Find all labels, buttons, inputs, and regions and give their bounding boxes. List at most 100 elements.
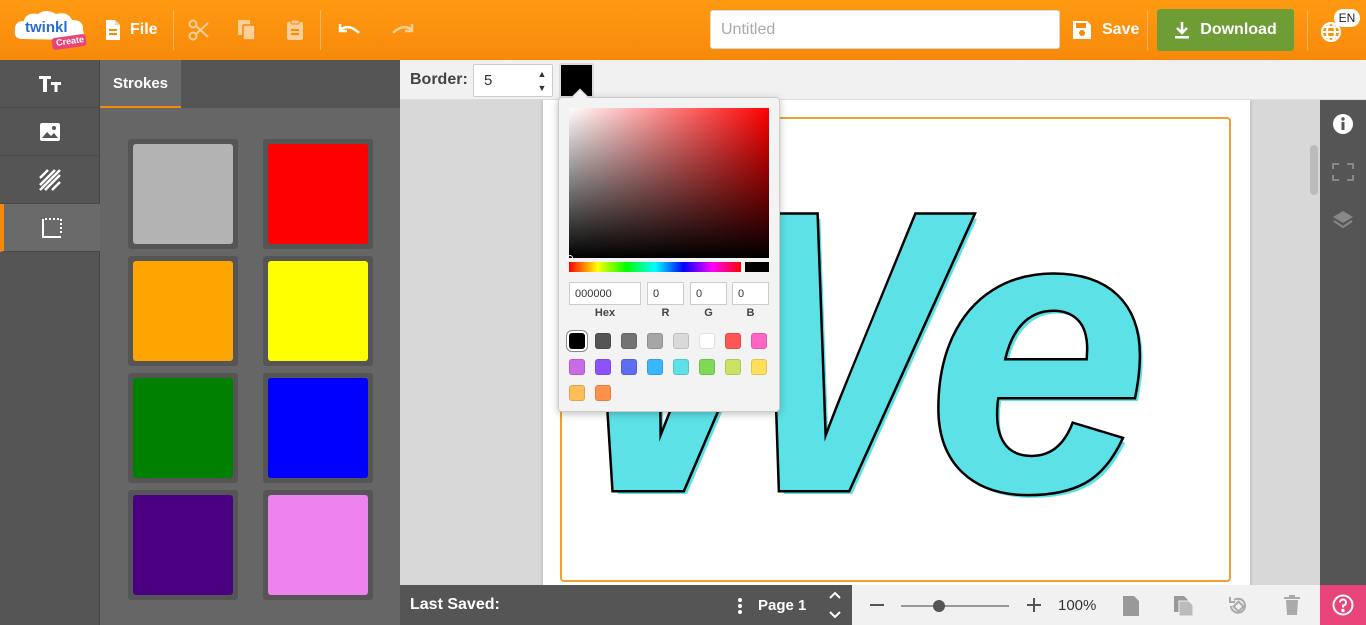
delete-page-icon[interactable] — [1284, 595, 1300, 615]
rotate-page-icon[interactable] — [1227, 595, 1249, 617]
image-tool-button[interactable] — [0, 108, 100, 156]
hue-slider[interactable] — [569, 262, 741, 272]
stroke-swatch[interactable] — [128, 490, 238, 600]
palette-swatch[interactable] — [699, 359, 715, 375]
swatch-color — [133, 144, 233, 244]
palette-swatch[interactable] — [569, 385, 585, 401]
border-toolbar: Border: 5 ▲ ▼ — [400, 60, 1366, 100]
zoom-in-icon[interactable] — [1027, 598, 1041, 612]
save-icon — [1073, 21, 1091, 39]
logo-text: twinkl — [25, 19, 68, 36]
green-input[interactable]: 0 — [690, 282, 727, 305]
file-menu-button[interactable]: File — [104, 16, 158, 44]
color-picker-popover: 000000 0 0 0 Hex R G B — [558, 88, 780, 412]
pattern-tool-button[interactable] — [0, 156, 100, 204]
palette-swatch[interactable] — [621, 359, 637, 375]
image-icon — [40, 122, 60, 141]
palette-swatch[interactable] — [569, 333, 585, 349]
info-icon[interactable] — [1331, 112, 1355, 136]
palette-swatch[interactable] — [595, 333, 611, 349]
swatch-color — [268, 495, 368, 595]
zoom-toolbar: 100% — [852, 585, 1320, 625]
stroke-swatch[interactable] — [263, 139, 373, 249]
border-width-input[interactable]: 5 ▲ ▼ — [473, 64, 553, 97]
download-button[interactable]: Download — [1157, 9, 1294, 51]
strokes-panel: Strokes — [100, 60, 400, 625]
swatch-color — [133, 495, 233, 595]
twinkl-create-logo[interactable]: twinkl Create — [12, 9, 90, 51]
zoom-out-icon[interactable] — [870, 604, 884, 606]
language-badge: EN — [1334, 9, 1360, 27]
duplicate-page-icon[interactable] — [1173, 595, 1195, 617]
help-icon — [1332, 594, 1354, 616]
cut-icon[interactable] — [185, 16, 213, 44]
save-label: Save — [1102, 21, 1140, 38]
top-bar: twinkl Create File Save Download EN — [0, 0, 1366, 60]
pattern-icon — [39, 168, 61, 191]
palette-swatch[interactable] — [725, 359, 741, 375]
paste-icon[interactable] — [281, 16, 309, 44]
palette-swatch[interactable] — [595, 385, 611, 401]
canvas-area: We We — [400, 100, 1320, 585]
download-icon — [1175, 22, 1190, 39]
stroke-swatch[interactable] — [128, 139, 238, 249]
toolbar-divider — [1147, 10, 1148, 50]
stroke-swatch[interactable] — [263, 256, 373, 366]
palette-swatch[interactable] — [647, 359, 663, 375]
save-button[interactable]: Save — [1072, 16, 1139, 44]
swatch-color — [133, 378, 233, 478]
spin-up-icon[interactable]: ▲ — [534, 67, 550, 81]
help-button[interactable] — [1320, 585, 1366, 625]
stroke-swatch[interactable] — [128, 373, 238, 483]
copy-icon[interactable] — [233, 16, 261, 44]
more-options-icon[interactable] — [737, 597, 743, 615]
palette-swatch[interactable] — [595, 359, 611, 375]
zoom-slider-thumb[interactable] — [932, 600, 945, 612]
border-tool-button[interactable] — [0, 204, 100, 252]
text-tool-button[interactable] — [0, 60, 100, 108]
red-label: R — [661, 307, 670, 319]
language-button[interactable]: EN — [1320, 9, 1360, 49]
last-saved-label: Last Saved: — [410, 596, 500, 613]
toolbar-divider — [1307, 10, 1308, 50]
palette-swatch[interactable] — [569, 359, 585, 375]
stroke-swatch[interactable] — [263, 490, 373, 600]
border-icon — [42, 217, 62, 238]
document-title-input[interactable] — [710, 10, 1060, 49]
page-indicator: Page 1 — [758, 597, 807, 614]
swatch-color — [133, 261, 233, 361]
hex-input[interactable]: 000000 — [569, 282, 641, 305]
border-label: Border: — [410, 71, 468, 88]
add-page-icon[interactable] — [1122, 595, 1140, 617]
chevron-up-icon[interactable] — [829, 591, 841, 599]
text-icon — [39, 75, 61, 92]
hex-label: Hex — [594, 307, 616, 319]
zoom-slider[interactable] — [901, 600, 1009, 612]
green-label: G — [704, 307, 713, 319]
palette-swatch[interactable] — [673, 359, 689, 375]
fit-screen-icon[interactable] — [1331, 160, 1355, 184]
chevron-down-icon[interactable] — [829, 611, 841, 619]
blue-label: B — [746, 307, 755, 319]
stroke-swatch[interactable] — [263, 373, 373, 483]
undo-icon[interactable] — [335, 16, 363, 44]
spin-down-icon[interactable]: ▼ — [534, 81, 550, 95]
tab-strokes[interactable]: Strokes — [100, 60, 181, 108]
work-area: Border: 5 ▲ ▼ We We Last Saved: Page 1 1… — [400, 60, 1366, 625]
palette-swatch[interactable] — [751, 359, 767, 375]
redo-icon[interactable] — [389, 16, 417, 44]
palette-swatch[interactable] — [751, 333, 767, 349]
vertical-scrollbar[interactable] — [1310, 145, 1318, 195]
red-input[interactable]: 0 — [647, 282, 684, 305]
palette-swatch[interactable] — [699, 333, 715, 349]
saturation-cursor[interactable] — [567, 255, 573, 261]
palette-swatch[interactable] — [673, 333, 689, 349]
blue-input[interactable]: 0 — [732, 282, 769, 305]
saturation-area[interactable] — [569, 108, 769, 258]
stroke-swatch[interactable] — [128, 256, 238, 366]
palette-swatch[interactable] — [621, 333, 637, 349]
layers-icon[interactable] — [1331, 208, 1355, 232]
palette-swatch[interactable] — [647, 333, 663, 349]
toolbar-divider — [320, 10, 321, 50]
palette-swatch[interactable] — [725, 333, 741, 349]
